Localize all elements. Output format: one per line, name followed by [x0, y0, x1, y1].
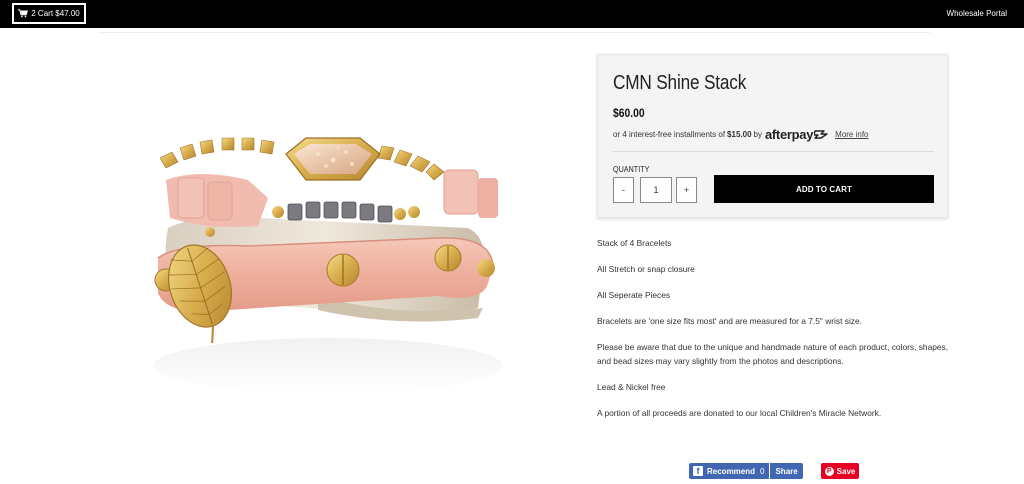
description-line: Bracelets are 'one size fits most' and a… — [597, 316, 862, 326]
add-to-cart-button[interactable]: ADD TO CART — [714, 175, 934, 203]
description-line: All Seperate Pieces — [597, 290, 671, 300]
afterpay-more-info-link[interactable]: More info — [835, 130, 868, 139]
pinterest-save-label: Save — [836, 466, 856, 476]
description-line: All Stretch or snap closure — [597, 264, 695, 274]
pinterest-icon: P — [824, 466, 834, 476]
installment-amount: $15.00 — [727, 130, 752, 139]
buy-box-divider — [613, 151, 934, 152]
facebook-share-button[interactable]: Share — [769, 463, 803, 479]
facebook-recommend-label: Recommend — [707, 466, 756, 476]
afterpay-logo: afterpay — [765, 127, 830, 142]
description-line: A portion of all proceeds are donated to… — [597, 408, 882, 418]
facebook-recommend-button[interactable]: f Recommend 0 — [689, 463, 770, 479]
product-price: $60.00 — [613, 106, 645, 120]
afterpay-brand: afterpay — [764, 127, 814, 142]
quantity-decrease-button[interactable]: - — [613, 177, 634, 203]
description-line: Lead & Nickel free — [597, 382, 666, 392]
quantity-input[interactable] — [640, 177, 672, 203]
product-title: CMN Shine Stack — [613, 72, 747, 94]
afterpay-logo-icon — [814, 130, 828, 139]
installments-prefix: or 4 interest-free installments of — [613, 130, 726, 139]
facebook-icon: f — [693, 466, 703, 476]
afterpay-installments: or 4 interest-free installments of $15.0… — [613, 127, 869, 142]
wholesale-portal-link[interactable]: Wholesale Portal — [947, 9, 1007, 18]
installments-by: by — [753, 130, 762, 139]
cart-label: 2 Cart $47.00 — [31, 9, 80, 18]
quantity-label: QUANTITY — [613, 165, 650, 174]
cart-button[interactable]: 2 Cart $47.00 — [12, 3, 86, 24]
facebook-buttons: f Recommend 0 Share — [689, 463, 803, 479]
facebook-recommend-count: 0 — [760, 466, 765, 476]
description-line: Stack of 4 Bracelets — [597, 238, 672, 248]
top-bar: 2 Cart $47.00 Wholesale Portal — [0, 0, 1024, 28]
product-image — [153, 137, 503, 394]
description-line: Please be aware that due to the unique a… — [597, 342, 949, 366]
header-divider — [98, 32, 930, 33]
buy-box: CMN Shine Stack $60.00 or 4 interest-fre… — [597, 54, 948, 218]
pinterest-save-button[interactable]: P Save — [821, 463, 859, 479]
quantity-increase-button[interactable]: + — [676, 177, 697, 203]
product-description: Stack of 4 Bracelets All Stretch or snap… — [597, 236, 957, 432]
cart-icon — [18, 9, 29, 18]
